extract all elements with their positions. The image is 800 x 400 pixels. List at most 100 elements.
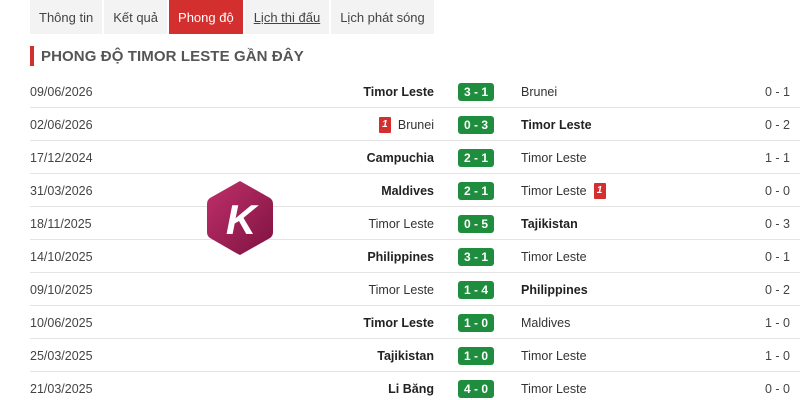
score-value: 3 - 1 [458,247,494,266]
home-team-name: Timor Leste [368,282,434,297]
away-team[interactable]: Timor Leste [521,339,751,372]
away-team-name: Philippines [521,282,588,297]
score-value: 3 - 1 [458,82,494,101]
tab-4[interactable]: Lịch thi đấu [244,0,330,34]
match-row[interactable]: 21/03/2025 Li Băng 4 - 0 Timor Leste 0 - 0 [30,372,800,400]
score-badge[interactable]: 1 - 0 [458,306,494,339]
score-value: 1 - 4 [458,280,494,299]
match-row[interactable]: 25/03/2025 Tajikistan 1 - 0 Timor Leste 1 - … [30,339,800,372]
home-team-name: Timor Leste [368,216,434,231]
home-team[interactable]: Timor Leste [194,273,434,306]
away-team[interactable]: Tajikistan [521,207,751,240]
match-row[interactable]: 09/10/2025 Timor Leste 1 - 4 Philippines 0 -… [30,273,800,306]
home-team-name: Timor Leste [363,84,434,99]
score-value: 2 - 1 [458,148,494,167]
score-value: 2 - 1 [458,181,494,200]
home-team[interactable]: Tajikistan [194,339,434,372]
match-date: 14/10/2025 [30,249,93,264]
away-team-name: Timor Leste [521,183,587,198]
match-date: 17/12/2024 [30,150,93,165]
k-logo-icon: K [207,181,273,255]
away-team-name: Timor Leste [521,117,592,132]
away-team[interactable]: Maldives [521,306,751,339]
home-team[interactable]: Timor Leste [194,75,434,108]
score-badge[interactable]: 4 - 0 [458,372,494,400]
heading-accent-bar [30,46,34,66]
score-value: 0 - 5 [458,214,494,233]
half-time-score: 0 - 0 [764,183,790,198]
away-team[interactable]: Timor Leste 1 [521,174,751,207]
tab-3[interactable]: Phong độ [169,0,243,34]
tab-bar: Thông tin Kết quả Phong độ Lịch thi đấu Lịch… [0,0,434,34]
match-list: 09/06/2026 Timor Leste 3 - 1 Brunei 0 - 1 02/… [30,75,800,400]
half-time-score: 1 - 0 [764,315,790,330]
away-team[interactable]: Philippines [521,273,751,306]
match-row[interactable]: 17/12/2024 Campuchia 2 - 1 Timor Leste 1 - 1 [30,141,800,174]
away-team[interactable]: Timor Leste [521,372,751,400]
away-team-name: Timor Leste [521,348,587,363]
match-date: 31/03/2026 [30,183,93,198]
half-time-score: 1 - 0 [764,348,790,363]
away-team-name: Timor Leste [521,150,587,165]
home-team[interactable]: Li Băng [194,372,434,400]
match-date: 09/06/2026 [30,84,93,99]
half-time-score: 0 - 0 [764,381,790,396]
score-badge[interactable]: 2 - 1 [458,174,494,207]
home-team-name: Brunei [397,117,434,132]
tab-1[interactable]: Thông tin [30,0,103,34]
score-badge[interactable]: 1 - 0 [458,339,494,372]
match-row[interactable]: 02/06/2026 1 Brunei 0 - 3 Timor Leste 0 - 2 [30,108,800,141]
score-value: 1 - 0 [458,313,494,332]
match-date: 02/06/2026 [30,117,93,132]
red-card-icon: 1 [378,116,391,133]
match-row[interactable]: 31/03/2026 Maldives 2 - 1 Timor Leste 1 0 - 0 [30,174,800,207]
home-team[interactable]: Timor Leste [194,306,434,339]
match-row[interactable]: 10/06/2025 Timor Leste 1 - 0 Maldives 1 - 0 [30,306,800,339]
away-team[interactable]: Timor Leste [521,141,751,174]
half-time-score: 0 - 1 [764,249,790,264]
red-card-icon: 1 [593,182,606,199]
half-time-score: 0 - 2 [764,282,790,297]
logo-letter: K [226,196,259,243]
home-team-name: Tajikistan [377,348,434,363]
away-team-name: Brunei [521,84,558,99]
score-badge[interactable]: 0 - 5 [458,207,494,240]
score-badge[interactable]: 3 - 1 [458,75,494,108]
away-team-name: Timor Leste [521,249,587,264]
home-team[interactable]: 1 Brunei [194,108,434,141]
home-team-name: Li Băng [388,381,434,396]
match-date: 18/11/2025 [30,216,92,231]
away-team-name: Timor Leste [521,381,587,396]
away-team-name: Maldives [521,315,571,330]
away-team[interactable]: Timor Leste [521,240,751,273]
page: Thông tin Kết quả Phong độ Lịch thi đấu Lịch… [0,0,800,400]
away-team-name: Tajikistan [521,216,578,231]
score-badge[interactable]: 1 - 4 [458,273,494,306]
away-team[interactable]: Brunei [521,75,751,108]
score-badge[interactable]: 2 - 1 [458,141,494,174]
section-title: PHONG ĐỘ TIMOR LESTE GẦN ĐÂY [41,47,304,65]
match-date: 21/03/2025 [30,381,93,396]
score-badge[interactable]: 3 - 1 [458,240,494,273]
match-row[interactable]: 18/11/2025 Timor Leste 0 - 5 Tajikistan 0 - … [30,207,800,240]
score-badge[interactable]: 0 - 3 [458,108,494,141]
home-team-name: Timor Leste [363,315,434,330]
score-value: 4 - 0 [458,379,494,398]
section-heading: PHONG ĐỘ TIMOR LESTE GẦN ĐÂY [30,45,304,67]
half-time-score: 0 - 1 [764,84,790,99]
score-value: 0 - 3 [458,115,494,134]
match-date: 25/03/2025 [30,348,93,363]
half-time-score: 0 - 2 [764,117,790,132]
tab-2[interactable]: Kết quả [104,0,168,34]
home-team[interactable]: Campuchia [194,141,434,174]
match-date: 10/06/2025 [30,315,93,330]
score-value: 1 - 0 [458,346,494,365]
away-team[interactable]: Timor Leste [521,108,751,141]
half-time-score: 0 - 3 [764,216,790,231]
home-team-name: Philippines [367,249,434,264]
tab-5[interactable]: Lịch phát sóng [331,0,434,34]
half-time-score: 1 - 1 [764,150,790,165]
match-row[interactable]: 09/06/2026 Timor Leste 3 - 1 Brunei 0 - 1 [30,75,800,108]
match-row[interactable]: 14/10/2025 Philippines 3 - 1 Timor Leste 0 -… [30,240,800,273]
match-date: 09/10/2025 [30,282,93,297]
